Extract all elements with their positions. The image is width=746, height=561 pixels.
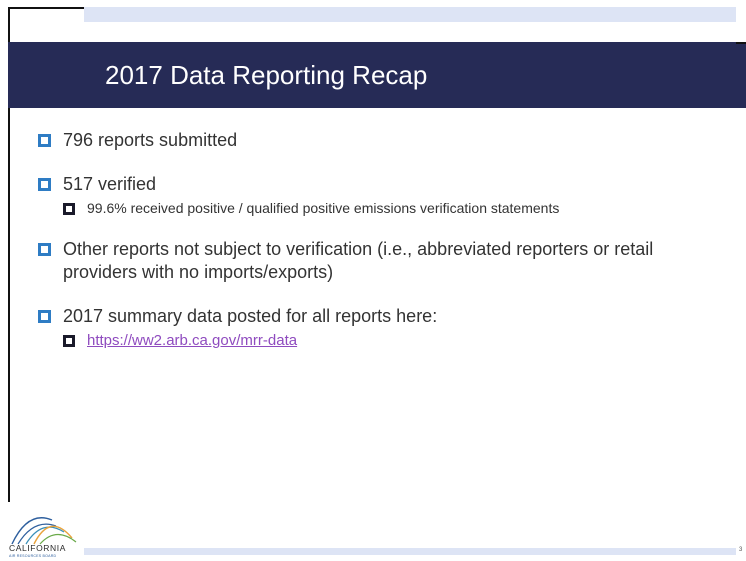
bullet-list: 796 reports submitted 517 verified 99.6%…: [38, 129, 688, 350]
logo-tagline-text: AIR RESOURCES BOARD: [9, 554, 57, 558]
page-number: 3: [739, 547, 743, 553]
square-bullet-icon: [38, 310, 51, 323]
square-bullet-icon: [38, 134, 51, 147]
square-sub-bullet-icon: [63, 203, 75, 215]
bullet-text: 2017 summary data posted for all reports…: [63, 306, 438, 326]
bullet-item: 2017 summary data posted for all reports…: [38, 305, 688, 328]
square-bullet-icon: [38, 243, 51, 256]
square-sub-bullet-icon: [63, 335, 75, 347]
slide: 2017 Data Reporting Recap 796 reports su…: [0, 0, 746, 561]
title-bar: 2017 Data Reporting Recap: [8, 42, 746, 108]
frame-line-top: [8, 7, 84, 9]
square-bullet-icon: [38, 178, 51, 191]
mrr-data-link[interactable]: https://ww2.arb.ca.gov/mrr-data: [87, 332, 297, 349]
bullet-text: 517 verified: [63, 174, 157, 194]
logo-name-text: CALIFORNIA: [9, 543, 66, 553]
bottom-accent-band: [84, 548, 736, 555]
sub-bullet-text: 99.6% received positive / qualified posi…: [87, 200, 560, 216]
top-accent-band: [84, 7, 736, 22]
bullet-text: 796 reports submitted: [63, 130, 238, 150]
california-air-resources-board-logo: CALIFORNIA AIR RESOURCES BOARD: [9, 517, 77, 558]
bullet-item: 517 verified: [38, 173, 688, 196]
title-bar-tick: [736, 42, 746, 44]
slide-title: 2017 Data Reporting Recap: [105, 60, 428, 90]
sub-bullet-item: https://ww2.arb.ca.gov/mrr-data: [63, 331, 688, 350]
bullet-item: Other reports not subject to verificatio…: [38, 238, 688, 284]
bullet-item: 796 reports submitted: [38, 129, 688, 152]
bullet-text: Other reports not subject to verificatio…: [63, 239, 654, 282]
sub-bullet-item: 99.6% received positive / qualified posi…: [63, 199, 688, 217]
